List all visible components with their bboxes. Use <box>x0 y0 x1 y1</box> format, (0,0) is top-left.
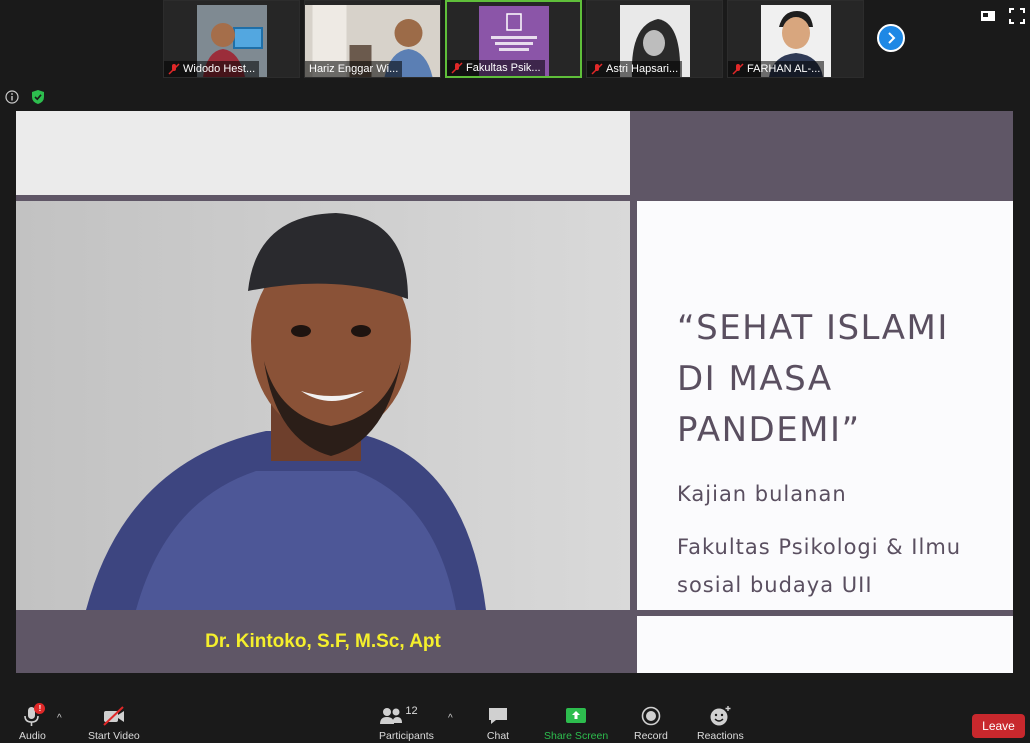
participant-name: Fakultas Psik... <box>466 62 541 74</box>
participant-tile[interactable]: Hariz Enggar Wi... <box>304 0 441 78</box>
audio-button[interactable]: ! Audio <box>19 703 46 742</box>
audio-label: Audio <box>19 730 46 742</box>
participant-name-bar: Widodo Hest... <box>164 61 260 77</box>
meeting-info-bar <box>0 86 1030 110</box>
audio-options-caret-icon[interactable]: ^ <box>57 713 62 724</box>
participant-name: FARHAN AL-... <box>747 63 821 75</box>
record-icon <box>641 706 661 726</box>
slide-organizer: Fakultas Psikologi & Ilmu sosial budaya … <box>677 535 962 597</box>
zoom-meeting-window: Widodo Hest... Hariz Enggar Wi... Fakult… <box>0 0 1030 743</box>
participants-button[interactable]: 12 Participants <box>379 705 434 742</box>
speaker-photo <box>16 201 630 610</box>
chevron-right-icon <box>888 32 896 44</box>
reactions-label: Reactions <box>697 730 744 742</box>
share-screen-icon <box>566 708 587 723</box>
chat-bubble-icon <box>489 708 507 724</box>
leave-button[interactable]: Leave <box>972 714 1025 738</box>
smiley-icon <box>710 706 731 726</box>
participant-name: Hariz Enggar Wi... <box>309 63 399 75</box>
speaker-name: Dr. Kintoko, S.F, M.Sc, Apt <box>205 630 441 652</box>
participant-name: Widodo Hest... <box>183 63 256 75</box>
participants-options-caret-icon[interactable]: ^ <box>448 713 453 724</box>
slide-title-card: “SEHAT ISLAMI DI MASA PANDEMI” Kajian bu… <box>637 201 1013 610</box>
participants-label: Participants <box>379 730 434 742</box>
encryption-shield-icon[interactable] <box>31 89 45 105</box>
participant-name-bar: FARHAN AL-... <box>728 61 825 77</box>
start-video-button[interactable]: Start Video <box>88 705 140 742</box>
participant-tile[interactable]: FARHAN AL-... <box>727 0 864 78</box>
mic-muted-icon <box>591 63 603 75</box>
view-toggle-icon[interactable] <box>980 8 996 24</box>
participant-name: Astri Hapsari... <box>606 63 679 75</box>
video-off-icon <box>103 706 124 726</box>
participant-name-bar: Hariz Enggar Wi... <box>305 61 403 77</box>
reactions-button[interactable]: Reactions <box>697 705 744 742</box>
share-screen-button[interactable]: Share Screen <box>544 705 608 742</box>
share-screen-label: Share Screen <box>544 730 609 742</box>
chat-label: Chat <box>486 730 510 742</box>
next-participants-button[interactable] <box>877 24 905 52</box>
info-icon[interactable] <box>5 90 19 104</box>
participant-tile[interactable]: Widodo Hest... <box>163 0 300 78</box>
participant-tile[interactable]: Astri Hapsari... <box>586 0 723 78</box>
start-video-label: Start Video <box>88 730 140 742</box>
meeting-toolbar: ! Audio ^ Start Video 12 Participants ^ … <box>0 703 1030 743</box>
fullscreen-icon[interactable] <box>1009 8 1025 24</box>
participants-icon <box>380 708 403 724</box>
shared-screen-slide: Dr. Kintoko, S.F, M.Sc, Apt “SEHAT ISLAM… <box>16 111 1013 673</box>
record-label: Record <box>634 730 668 742</box>
participants-count: 12 <box>405 705 418 717</box>
mic-muted-icon <box>732 63 744 75</box>
mic-muted-icon <box>451 62 463 74</box>
slide-footer-block <box>637 616 1013 673</box>
record-button[interactable]: Record <box>634 705 668 742</box>
mic-muted-icon <box>168 63 180 75</box>
participant-strip: Widodo Hest... Hariz Enggar Wi... Fakult… <box>0 0 1030 80</box>
participant-name-bar: Astri Hapsari... <box>587 61 683 77</box>
slide-title: “SEHAT ISLAMI DI MASA PANDEMI” <box>677 308 949 450</box>
slide-header-block <box>16 111 630 195</box>
participant-tile-active-speaker[interactable]: Fakultas Psik... <box>445 0 582 78</box>
participant-name-bar: Fakultas Psik... <box>447 60 545 76</box>
chat-button[interactable]: Chat <box>486 705 510 742</box>
slide-subtitle: Kajian bulanan <box>677 482 847 506</box>
